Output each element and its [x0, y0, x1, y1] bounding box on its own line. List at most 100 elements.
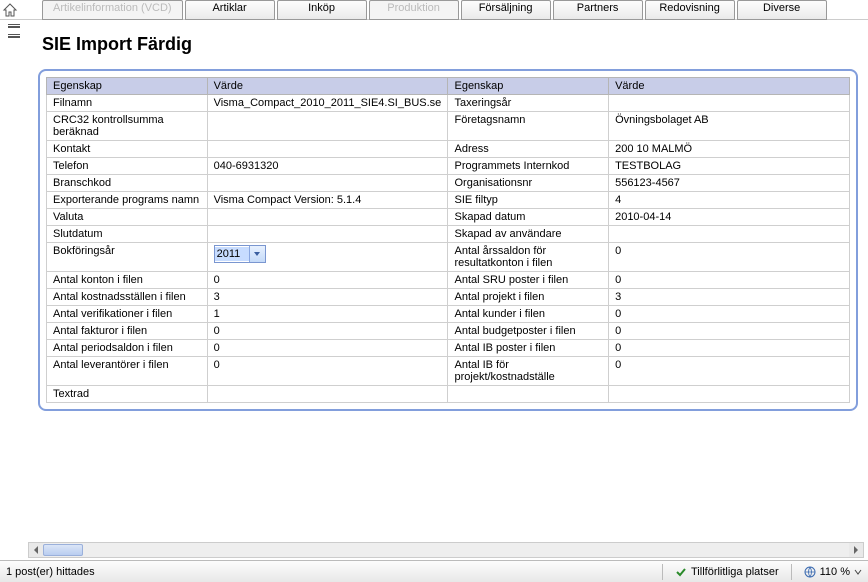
scroll-right-arrow[interactable] [849, 543, 863, 557]
property-value [207, 386, 448, 403]
year-combo[interactable] [214, 245, 266, 263]
property-key: Telefon [47, 158, 208, 175]
tab-7[interactable]: Diverse [737, 0, 827, 20]
property-value: 2010-04-14 [609, 209, 850, 226]
property-value: 0 [609, 357, 850, 386]
property-key: Antal verifikationer i filen [47, 306, 208, 323]
property-key: Antal budgetposter i filen [448, 323, 609, 340]
horizontal-scrollbar[interactable] [28, 542, 864, 558]
property-key: Exporterande programs namn [47, 192, 208, 209]
column-header: Egenskap [448, 78, 609, 95]
property-key: Antal IB poster i filen [448, 340, 609, 357]
table-row: Slutdatum Skapad av användare [47, 226, 850, 243]
table-row: Antal verifikationer i filen1Antal kunde… [47, 306, 850, 323]
property-value: 040-6931320 [207, 158, 448, 175]
chevron-down-icon[interactable] [854, 568, 862, 576]
table-row: Textrad [47, 386, 850, 403]
statusbar: 1 post(er) hittades Tillförlitliga plats… [0, 560, 868, 582]
table-row: BranschkodOrganisationsnr556123-4567 [47, 175, 850, 192]
home-icon[interactable] [2, 2, 18, 18]
property-key: Taxeringsår [448, 95, 609, 112]
tab-3: Produktion [369, 0, 459, 20]
scroll-left-arrow[interactable] [29, 543, 43, 557]
table-row: Telefon040-6931320Programmets InternkodT… [47, 158, 850, 175]
property-key: Adress [448, 141, 609, 158]
property-key: Antal konton i filen [47, 272, 208, 289]
checkmark-icon [675, 566, 687, 578]
property-value [207, 112, 448, 141]
property-value: 0 [207, 323, 448, 340]
tab-4[interactable]: Försäljning [461, 0, 551, 20]
property-value: 0 [609, 272, 850, 289]
tab-1[interactable]: Artiklar [185, 0, 275, 20]
property-value: 0 [609, 306, 850, 323]
property-key: Antal projekt i filen [448, 289, 609, 306]
column-header: Värde [609, 78, 850, 95]
property-value: 556123-4567 [609, 175, 850, 192]
status-right: Tillförlitliga platser 110 % [662, 564, 862, 580]
properties-panel: EgenskapVärdeEgenskapVärde FilnamnVisma_… [38, 69, 858, 411]
property-value: 0 [609, 243, 850, 272]
property-key: Antal IB för projekt/kostnadställe [448, 357, 609, 386]
content-area: SIE Import Färdig EgenskapVärdeEgenskapV… [28, 20, 868, 542]
property-key: Antal leverantörer i filen [47, 357, 208, 386]
properties-table: EgenskapVärdeEgenskapVärde FilnamnVisma_… [46, 77, 850, 403]
property-key: Antal periodsaldon i filen [47, 340, 208, 357]
zoom-control[interactable]: 110 % [804, 566, 862, 578]
rail-menu-icon[interactable] [8, 24, 20, 28]
property-value: TESTBOLAG [609, 158, 850, 175]
property-key: Skapad datum [448, 209, 609, 226]
property-value: 0 [207, 272, 448, 289]
table-row: CRC32 kontrollsumma beräknad Företagsnamn… [47, 112, 850, 141]
column-header: Egenskap [47, 78, 208, 95]
year-combo-input[interactable] [215, 247, 249, 261]
main-tabs: Artikelinformation (VCD)ArtiklarInköpPro… [42, 0, 827, 20]
table-row: Antal periodsaldon i filen0Antal IB post… [47, 340, 850, 357]
table-row: Antal konton i filen0Antal SRU poster i … [47, 272, 850, 289]
property-value [207, 209, 448, 226]
table-row: FilnamnVisma_Compact_2010_2011_SIE4.SI_B… [47, 95, 850, 112]
property-key: Kontakt [47, 141, 208, 158]
property-key [448, 386, 609, 403]
rail-menu-icon-2[interactable] [8, 34, 20, 38]
topbar: Artikelinformation (VCD)ArtiklarInköpPro… [0, 0, 868, 20]
globe-icon [804, 566, 816, 578]
table-row: BokföringsårAntal årssaldon för resultat… [47, 243, 850, 272]
property-key: Skapad av användare [448, 226, 609, 243]
property-value [609, 95, 850, 112]
property-value: Övningsbolaget AB [609, 112, 850, 141]
tab-6[interactable]: Redovisning [645, 0, 735, 20]
property-value: 3 [609, 289, 850, 306]
scroll-thumb[interactable] [43, 544, 83, 556]
property-value: Visma Compact Version: 5.1.4 [207, 192, 448, 209]
property-key: Företagsnamn [448, 112, 609, 141]
property-value [207, 141, 448, 158]
tab-0: Artikelinformation (VCD) [42, 0, 183, 20]
property-key: Textrad [47, 386, 208, 403]
table-row: Kontakt Adress 200 10 MALMÖ [47, 141, 850, 158]
property-key: Antal kunder i filen [448, 306, 609, 323]
tab-2[interactable]: Inköp [277, 0, 367, 20]
table-row: Antal kostnadsställen i filen 3Antal proj… [47, 289, 850, 306]
property-value: Visma_Compact_2010_2011_SIE4.SI_BUS.se [207, 95, 448, 112]
property-value [609, 386, 850, 403]
chevron-down-icon[interactable] [249, 246, 265, 262]
property-value: 0 [207, 357, 448, 386]
tab-5[interactable]: Partners [553, 0, 643, 20]
property-value[interactable] [207, 243, 448, 272]
column-header: Värde [207, 78, 448, 95]
property-key: Slutdatum [47, 226, 208, 243]
property-key: CRC32 kontrollsumma beräknad [47, 112, 208, 141]
property-value [207, 226, 448, 243]
property-value: 0 [207, 340, 448, 357]
status-separator [791, 564, 792, 580]
status-left: 1 post(er) hittades [6, 566, 95, 578]
property-key: Antal kostnadsställen i filen [47, 289, 208, 306]
property-value [609, 226, 850, 243]
property-value: 0 [609, 340, 850, 357]
table-header-row: EgenskapVärdeEgenskapVärde [47, 78, 850, 95]
page-title: SIE Import Färdig [28, 20, 868, 61]
property-key: Programmets Internkod [448, 158, 609, 175]
property-key: Organisationsnr [448, 175, 609, 192]
property-value: 200 10 MALMÖ [609, 141, 850, 158]
